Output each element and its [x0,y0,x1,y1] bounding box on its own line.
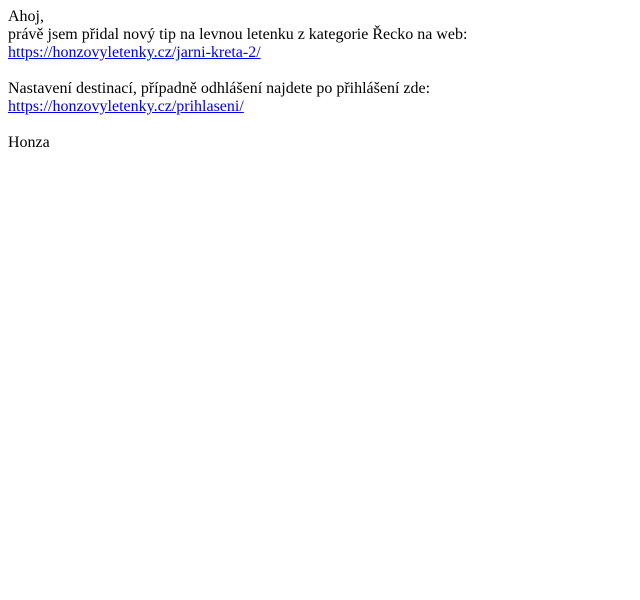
login-link-line: https://honzovyletenky.cz/prihlaseni/ [8,98,632,116]
intro-text: právě jsem přidal nový tip na levnou let… [8,26,468,43]
login-link[interactable]: https://honzovyletenky.cz/prihlaseni/ [8,98,244,115]
tip-link[interactable]: https://honzovyletenky.cz/jarni-kreta-2/ [8,44,261,61]
greeting-text: Ahoj, [8,8,44,25]
settings-text: Nastavení destinací, případně odhlášení … [8,80,431,97]
signature-text: Honza [8,134,50,151]
email-body: Ahoj, právě jsem přidal nový tip na levn… [8,8,632,152]
tip-link-line: https://honzovyletenky.cz/jarni-kreta-2/ [8,44,632,62]
